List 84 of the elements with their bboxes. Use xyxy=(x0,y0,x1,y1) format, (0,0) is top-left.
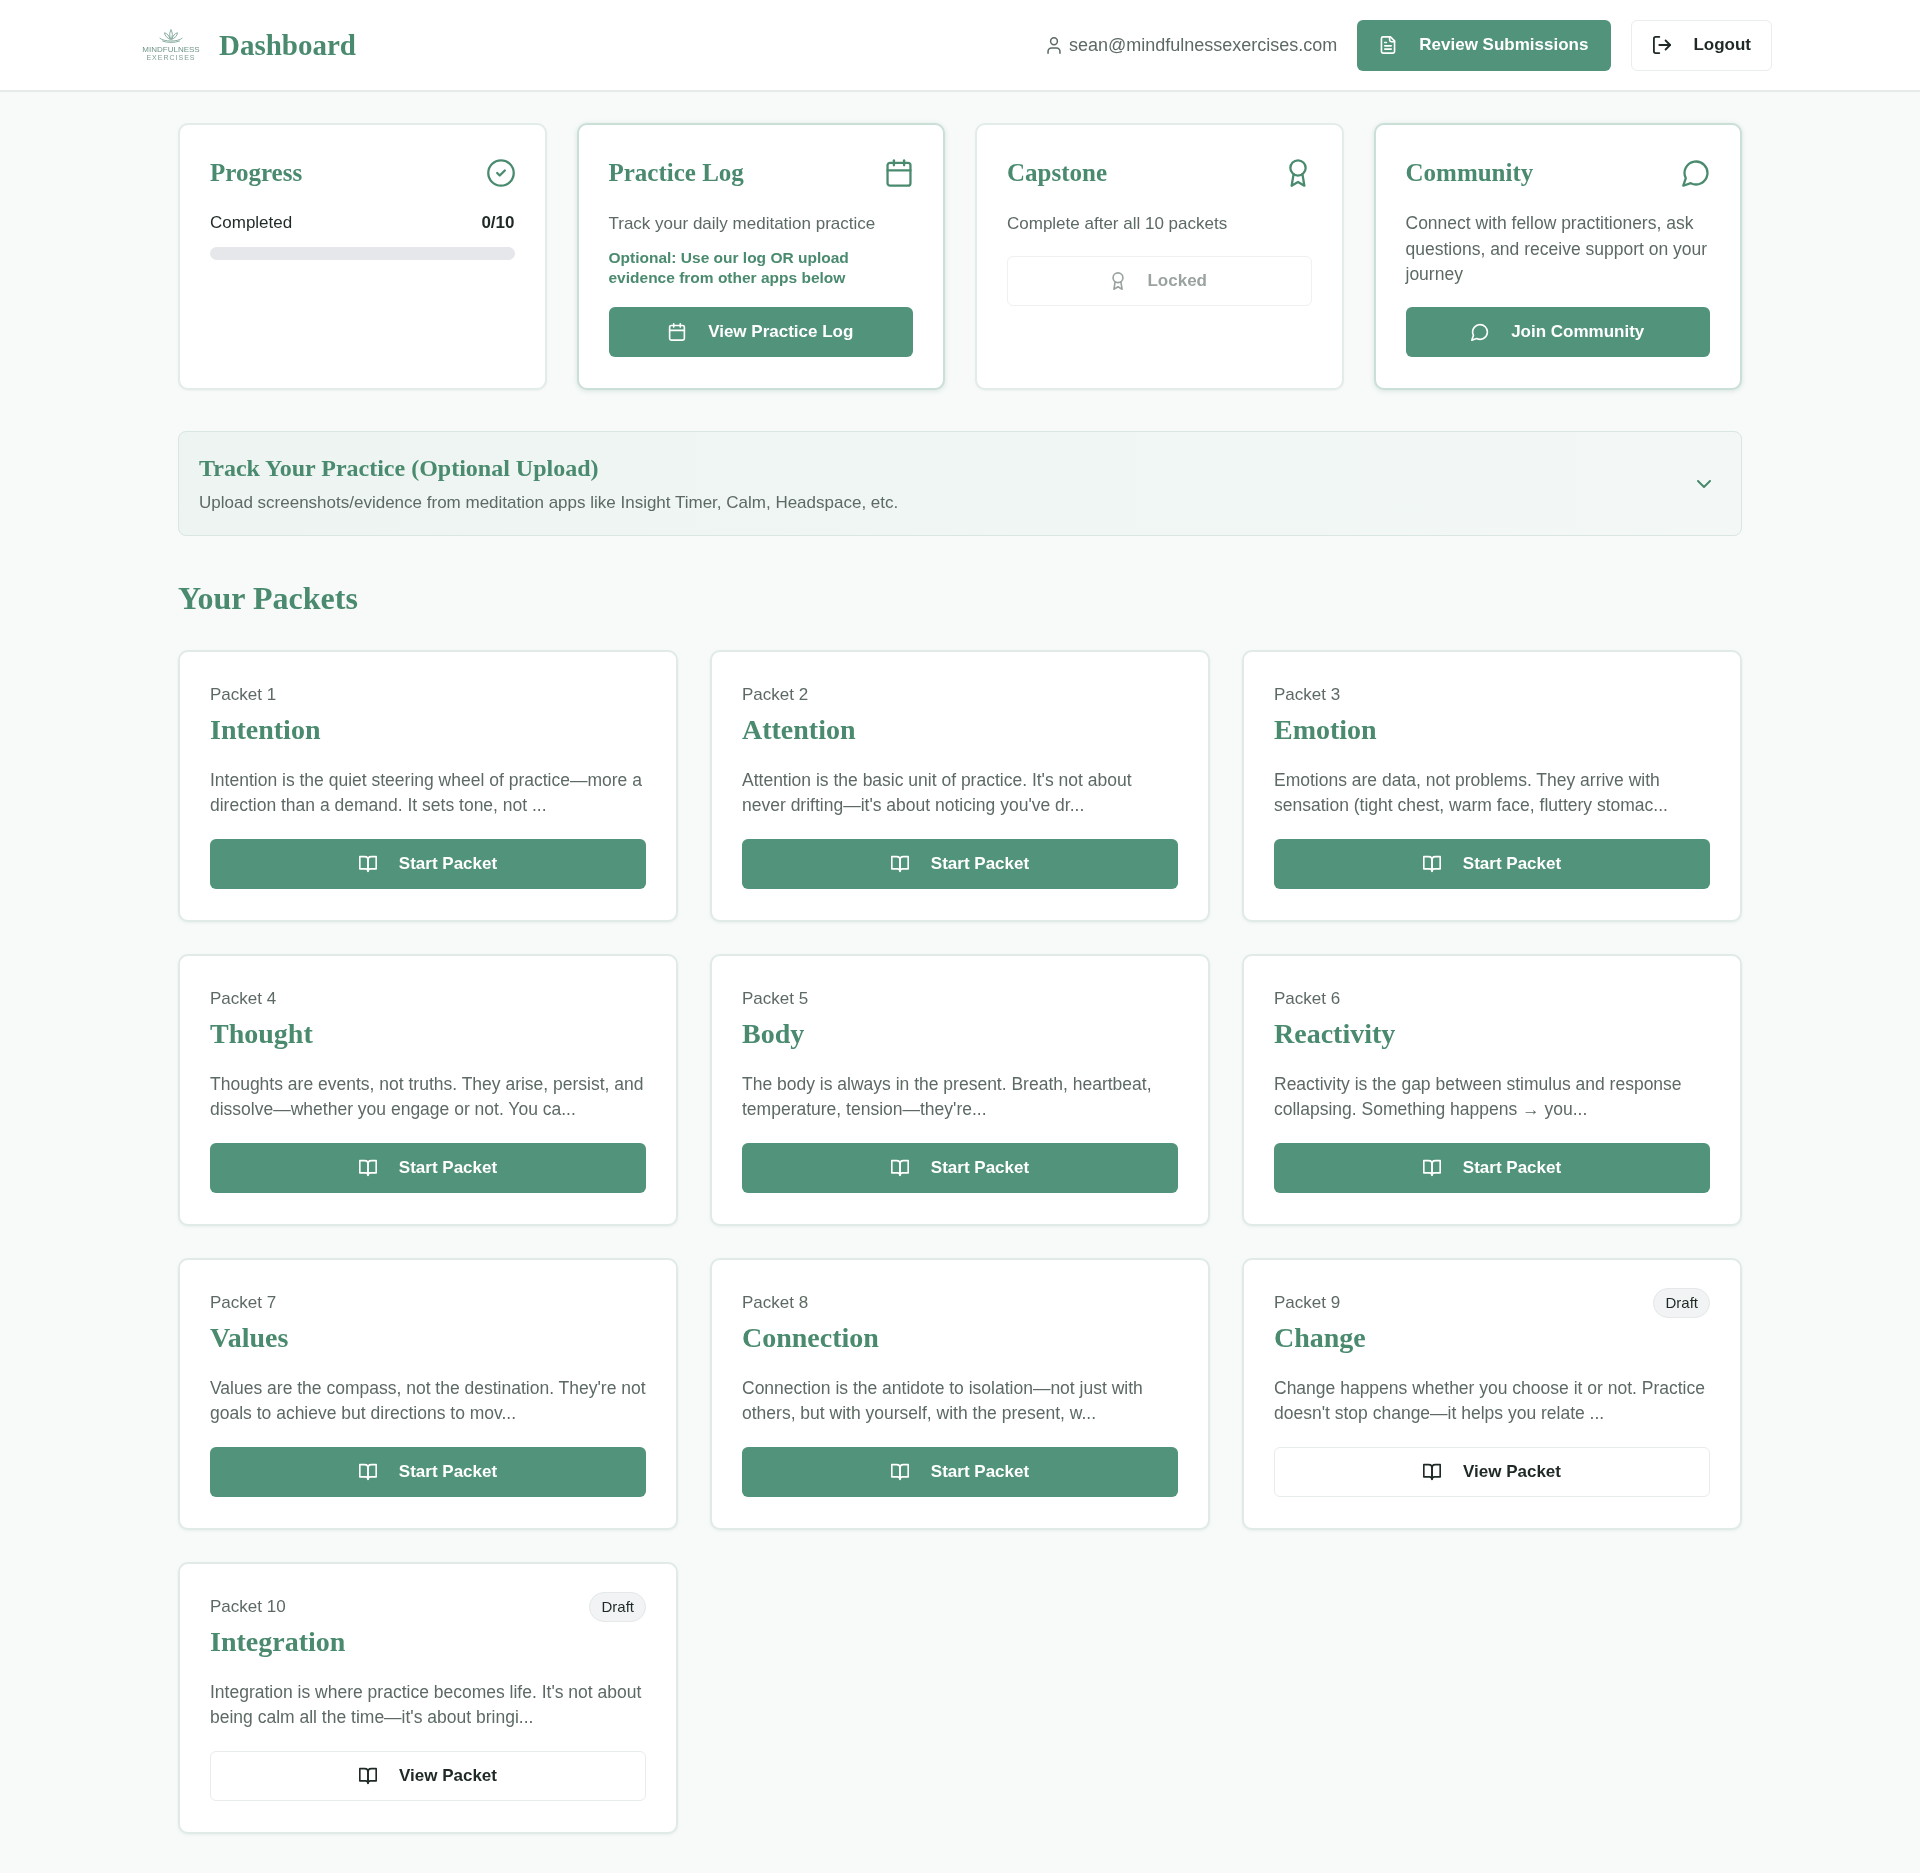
card-title: Practice Log xyxy=(608,159,744,187)
card-title: Capstone xyxy=(1007,159,1107,187)
packet-description: Emotions are data, not problems. They arrive with sensation (tight chest, warm face, fluttery stomac... xyxy=(1274,768,1669,817)
start-packet-button[interactable]: Start Packet xyxy=(1274,1142,1710,1193)
start-packet-button[interactable]: Start Packet xyxy=(1274,838,1710,889)
packet-description: Reactivity is the gap between stimulus and response collapsing. Something happens → you... xyxy=(1274,1072,1683,1121)
book-icon xyxy=(1423,1462,1441,1481)
draft-badge: Draft xyxy=(589,1591,646,1622)
book-icon xyxy=(890,1158,909,1177)
book-icon xyxy=(358,1462,377,1481)
logo-wordmark: MINDFULNESS xyxy=(142,44,200,54)
progress-count: 0/10 xyxy=(481,212,515,234)
packet-title: Thought xyxy=(210,1016,314,1051)
packet-title: Connection xyxy=(742,1320,880,1355)
user-icon xyxy=(1046,36,1061,54)
start-packet-button[interactable]: Start Packet xyxy=(742,1142,1178,1193)
draft-badge: Draft xyxy=(1653,1287,1710,1318)
start-packet-button[interactable]: Start Packet xyxy=(210,838,646,889)
page-title: Dashboard xyxy=(219,28,356,62)
view-packet-button[interactable]: View Packet xyxy=(1274,1446,1710,1497)
packet-title: Reactivity xyxy=(1274,1016,1397,1051)
book-icon xyxy=(890,1462,909,1481)
panel-description: Upload screenshots/evidence from meditation apps like Insight Timer, Calm, Headspace, etc. xyxy=(199,491,899,514)
packet-number: Packet 6 xyxy=(1274,988,1341,1009)
packet-number: Packet 1 xyxy=(210,684,277,705)
book-icon xyxy=(359,1766,377,1785)
packet-number: Packet 8 xyxy=(742,1292,809,1313)
packet-number: Packet 10 xyxy=(210,1596,286,1617)
packet-number: Packet 5 xyxy=(742,988,809,1009)
book-icon xyxy=(358,1158,377,1177)
card-note: Optional: Use our log OR upload evidence from other apps below xyxy=(608,247,850,288)
packet-description: Attention is the basic unit of practice. It's not about never drifting—it's about noticing you've dr... xyxy=(742,768,1133,817)
packet-number: Packet 2 xyxy=(742,684,809,705)
view-log-button[interactable]: View Practice Log xyxy=(608,306,913,357)
calendar-icon xyxy=(885,159,913,187)
logout-button[interactable]: Logout xyxy=(1631,19,1772,71)
speech-bubble-icon xyxy=(1682,159,1710,187)
packet-number: Packet 7 xyxy=(210,1292,277,1313)
packet-description: Integration is where practice becomes life. It's not about being calm all the time—it's about bringi... xyxy=(210,1680,643,1729)
start-packet-button[interactable]: Start Packet xyxy=(210,1446,646,1497)
panel-title: Track Your Practice (Optional Upload) xyxy=(199,453,600,483)
check-circle-icon xyxy=(486,159,515,187)
card-title: Community xyxy=(1405,159,1534,187)
packet-description: Thoughts are events, not truths. They arise, persist, and dissolve—whether you engage or not. You ca... xyxy=(210,1072,645,1121)
progress-label: Completed xyxy=(210,212,293,234)
packet-description: The body is always in the present. Breath, heartbeat, temperature, tension—they're... xyxy=(742,1072,1153,1121)
packet-title: Emotion xyxy=(1274,712,1378,747)
book-icon xyxy=(1422,1158,1441,1177)
packet-description: Change happens whether you choose it or not. Practice doesn't stop change—it helps you relate ... xyxy=(1274,1376,1706,1425)
join-community-button[interactable]: Join Community xyxy=(1405,306,1710,357)
document-icon xyxy=(1379,36,1398,54)
calendar-icon xyxy=(668,322,687,341)
packet-title: Attention xyxy=(742,712,857,747)
packet-title: Body xyxy=(742,1016,806,1051)
packet-number: Packet 4 xyxy=(210,988,277,1009)
packet-description: Connection is the antidote to isolation—not just with others, but with yourself, with the present, w... xyxy=(742,1376,1144,1425)
speech-bubble-icon xyxy=(1471,322,1490,341)
review-submissions-button[interactable]: Review Submissions xyxy=(1357,19,1612,71)
book-icon xyxy=(1422,854,1441,873)
book-icon xyxy=(890,854,909,873)
start-packet-button[interactable]: Start Packet xyxy=(742,1446,1178,1497)
lotus-icon xyxy=(159,28,183,43)
card-title: Progress xyxy=(210,159,303,187)
start-packet-button[interactable]: Start Packet xyxy=(210,1142,646,1193)
logout-icon xyxy=(1653,36,1672,54)
view-packet-button[interactable]: View Packet xyxy=(210,1750,646,1801)
card-description: Track your daily meditation practice xyxy=(608,213,877,235)
packet-number: Packet 9 xyxy=(1274,1292,1341,1313)
packet-title: Values xyxy=(210,1320,290,1355)
ribbon-icon xyxy=(1111,271,1126,290)
card-description: Connect with fellow practitioners, ask questions, and receive support on your journey xyxy=(1405,212,1709,286)
section-heading: Your Packets xyxy=(178,578,359,618)
card-description: Complete after all 10 packets xyxy=(1007,213,1229,235)
book-icon xyxy=(358,854,377,873)
packet-description: Intention is the quiet steering wheel of practice—more a direction than a demand. It sets tone, not ... xyxy=(210,768,643,817)
packet-title: Change xyxy=(1274,1320,1367,1355)
upload-panel[interactable]: Track Your Practice (Optional Upload) Upload screenshots/evidence from meditation apps like Insight Timer, Calm, Headspace, etc. xyxy=(178,430,1742,536)
packet-number: Packet 3 xyxy=(1274,684,1341,705)
start-packet-button[interactable]: Start Packet xyxy=(742,838,1178,889)
user-email: sean@mindfulnessexercises.com xyxy=(1068,34,1338,56)
packet-description: Values are the compass, not the destination. They're not goals to achieve but directions to mov... xyxy=(210,1376,646,1425)
chevron-down-icon[interactable] xyxy=(1697,479,1711,488)
packet-title: Integration xyxy=(210,1624,347,1659)
packet-title: Intention xyxy=(210,712,322,747)
